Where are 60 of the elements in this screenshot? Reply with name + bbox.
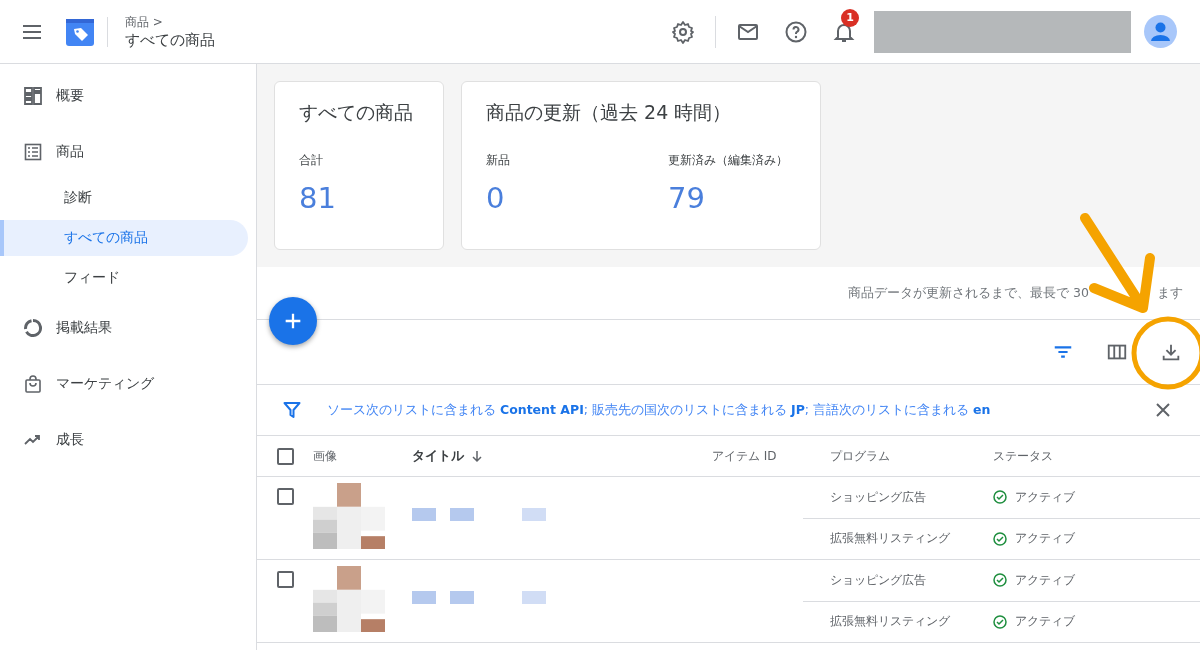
ring-chart-icon <box>24 319 42 337</box>
status-text: アクティブ <box>1015 613 1075 631</box>
sidebar-item[interactable]: マーケティング <box>0 366 256 402</box>
checkbox[interactable] <box>277 571 294 588</box>
close-icon[interactable] <box>1154 401 1172 419</box>
blurred-text <box>522 507 546 521</box>
dashboard-icon <box>24 87 42 105</box>
check-circle-icon <box>993 531 1007 546</box>
program-cell-text: ショッピング広告 <box>830 571 927 589</box>
program-cell-text: 拡張無料リスティング <box>830 530 951 548</box>
sidebar-item[interactable]: 成長 <box>0 422 256 458</box>
stat-value: 81 <box>299 181 336 215</box>
sidebar-subitem[interactable]: すべての商品 <box>0 220 248 256</box>
stat-label: 新品 <box>486 152 510 169</box>
column-header[interactable]: ステータス <box>993 447 1053 465</box>
check-circle-icon <box>993 490 1007 505</box>
sidebar-item[interactable]: 概要 <box>0 78 256 114</box>
sidebar-item[interactable]: 商品 <box>0 134 256 170</box>
settings-icon[interactable] <box>671 19 695 44</box>
blurred-text <box>522 590 546 604</box>
page-title: すべての商品 <box>125 30 215 50</box>
breadcrumb-link[interactable]: 商品 > <box>125 13 215 31</box>
add-button[interactable] <box>269 297 317 345</box>
sidebar-item[interactable]: 掲載結果 <box>0 310 256 346</box>
blurred-text <box>450 507 474 521</box>
status-text: アクティブ <box>1015 488 1075 506</box>
column-header[interactable]: 画像 <box>313 447 337 465</box>
program-cell-text: ショッピング広告 <box>830 488 927 506</box>
stat-label: 更新済み（編集済み） <box>668 152 788 169</box>
status-text: アクティブ <box>1015 571 1075 589</box>
blurred-text <box>412 507 436 521</box>
card-title: 商品の更新（過去 24 時間） <box>486 100 733 125</box>
stat-label: 合計 <box>299 152 324 169</box>
blurred-text <box>412 590 436 604</box>
stat-value: 79 <box>668 181 706 215</box>
checkbox[interactable] <box>277 488 294 505</box>
help-icon[interactable] <box>784 19 808 44</box>
notice-text: 商品データが更新されるまで、最長で 30 <box>848 284 1089 302</box>
column-header[interactable]: タイトル <box>412 447 464 465</box>
status-text: アクティブ <box>1015 530 1075 548</box>
check-circle-icon <box>993 614 1007 629</box>
sort-arrow-icon[interactable] <box>470 449 484 463</box>
card-title: すべての商品 <box>299 100 414 125</box>
avatar-icon[interactable] <box>1144 15 1177 48</box>
filter-funnel-icon <box>283 401 301 419</box>
tag-logo-icon <box>65 16 95 47</box>
check-circle-icon <box>993 573 1007 588</box>
notification-badge: 1 <box>841 8 859 27</box>
blurred-text <box>450 590 474 604</box>
sidebar-subitem[interactable]: 診断 <box>0 180 248 216</box>
shopping-bag-icon <box>24 375 42 393</box>
checkbox[interactable] <box>277 447 294 465</box>
filter-description[interactable]: ソース次のリストに含まれる Content API; 販売先の国次のリストに含まれる JP; 言語次のリストに含まれる en <box>327 401 1154 419</box>
column-header[interactable]: プログラム <box>830 447 890 465</box>
list-icon <box>24 143 42 161</box>
program-cell-text: 拡張無料リスティング <box>830 613 951 631</box>
notice-text: ます <box>1157 284 1183 302</box>
column-header[interactable]: アイテム ID <box>712 447 777 465</box>
sidebar-subitem[interactable]: フィード <box>0 260 248 296</box>
stat-value: 0 <box>486 181 506 215</box>
